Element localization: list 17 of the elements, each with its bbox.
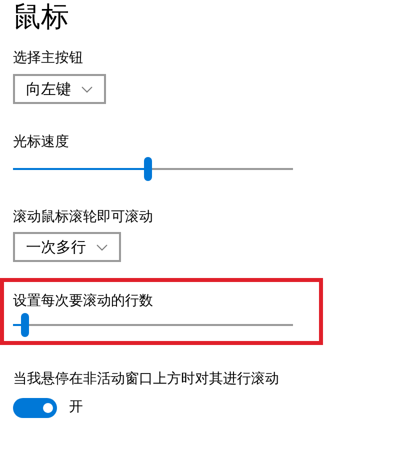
inactive-scroll-label: 当我悬停在非活动窗口上方时对其进行滚动 bbox=[13, 370, 280, 389]
wheel-scroll-label: 滚动鼠标滚轮即可滚动 bbox=[13, 208, 154, 227]
dropdown[interactable]: 向左键 bbox=[13, 74, 106, 104]
dropdown[interactable]: 一次多行 bbox=[13, 232, 121, 262]
toggle-switch[interactable] bbox=[13, 398, 57, 418]
page-title: 鼠标 bbox=[13, 0, 70, 33]
cursor-speed-label: 光标速度 bbox=[13, 133, 70, 152]
chevron-down-icon bbox=[96, 244, 108, 250]
slider-thumb[interactable] bbox=[144, 157, 152, 181]
slider[interactable] bbox=[13, 313, 293, 337]
lines-to-scroll-label: 设置每次要滚动的行数 bbox=[13, 292, 154, 311]
slider-thumb[interactable] bbox=[21, 313, 30, 337]
toggle-knob bbox=[43, 402, 53, 412]
primary-button-label: 选择主按钮 bbox=[13, 49, 84, 68]
slider[interactable] bbox=[13, 157, 293, 181]
chevron-down-icon bbox=[81, 86, 93, 92]
toggle-state-label: 开 bbox=[69, 398, 83, 417]
